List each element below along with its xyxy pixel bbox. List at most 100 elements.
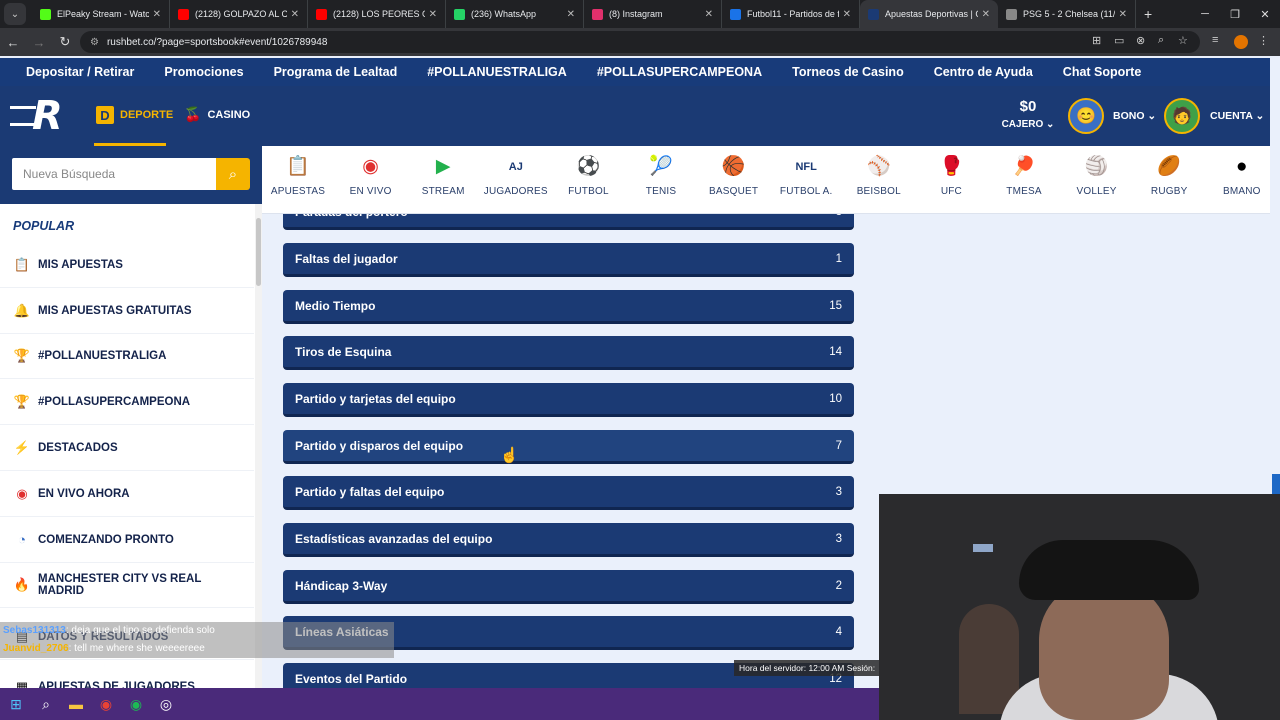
close-tab-icon[interactable]: ✕ <box>291 9 299 20</box>
market-row[interactable]: Estadísticas avanzadas del equipo 3 <box>283 523 854 557</box>
rushbet-logo[interactable]: R <box>10 96 80 136</box>
sport-nav-jugadores[interactable]: AJ JUGADORES <box>480 146 552 214</box>
cast-icon[interactable]: ▭ <box>1114 34 1124 47</box>
market-row[interactable]: Partido y disparos del equipo 7 <box>283 430 854 464</box>
nav-link-help-center[interactable]: Centro de Ayuda <box>934 65 1033 79</box>
market-row[interactable]: Tiros de Esquina 14 <box>283 336 854 370</box>
sport-nav-stream[interactable]: ▶ STREAM <box>407 146 479 214</box>
sidebar-item-apuestas-de-jugadores[interactable]: ▦ APUESTAS DE JUGADORES <box>0 664 254 689</box>
zoom-icon[interactable]: ⌕ <box>1158 34 1164 47</box>
market-row[interactable]: Partido y faltas del equipo 3 <box>283 476 854 510</box>
browser-tab[interactable]: PSG 5 - 2 Chelsea (11/3) ✕ <box>998 0 1136 28</box>
sidebar-item-pollanuestraliga[interactable]: 🏆 #POLLANUESTRALIGA <box>0 333 254 379</box>
nav-link-casino-tournaments[interactable]: Torneos de Casino <box>792 65 904 79</box>
sports-nav: 📋 APUESTAS ◉ EN VIVO ▶ STREAM AJ JUGADORES ⚽ FUTB… <box>262 146 1270 214</box>
tab-search-icon[interactable]: ⌄ <box>4 3 26 25</box>
close-tab-icon[interactable]: ✕ <box>429 9 437 20</box>
forward-icon[interactable]: → <box>26 35 52 50</box>
search-input[interactable]: Nueva Búsqueda <box>12 158 216 190</box>
browser-tab[interactable]: ElPeaky Stream - Watch L ✕ <box>32 0 170 28</box>
market-row[interactable]: Paradas del portero 3 <box>283 214 854 230</box>
back-icon[interactable]: ← <box>0 35 26 50</box>
reading-list-icon[interactable]: ≡ <box>1212 34 1218 46</box>
market-row[interactable]: Medio Tiempo 15 <box>283 290 854 324</box>
browser-tab[interactable]: (2128) LOS PEORES GOLE ✕ <box>308 0 446 28</box>
maximize-icon[interactable]: ❐ <box>1220 0 1250 28</box>
nav-link-polla-super[interactable]: #POLLASUPERCAMPEONA <box>597 65 762 79</box>
sport-nav-futbol[interactable]: ⚽ FUTBOL <box>552 146 624 214</box>
minimize-icon[interactable]: ─ <box>1190 0 1220 28</box>
market-row[interactable]: Faltas del jugador 1 <box>283 243 854 277</box>
sidebar-item-pollasupercampeona[interactable]: 🏆 #POLLASUPERCAMPEONA <box>0 379 254 425</box>
sport-nav-basquet[interactable]: 🏀 BASQUET <box>698 146 770 214</box>
sport-section-link[interactable]: D DEPORTE <box>96 106 173 124</box>
close-tab-icon[interactable]: ✕ <box>1119 9 1127 20</box>
sidebar-item-manchester-city-vs-real-madrid[interactable]: 🔥 MANCHESTER CITY VS REAL MADRID <box>0 562 254 608</box>
bonus-menu[interactable]: BONO ⌄ <box>1113 110 1156 122</box>
account-avatar[interactable]: 🧑 <box>1164 98 1200 134</box>
reload-icon[interactable]: ↻ <box>52 34 78 50</box>
nav-link-polla-liga[interactable]: #POLLANUESTRALIGA <box>427 65 567 79</box>
sport-nav-ufc[interactable]: 🥊 UFC <box>915 146 987 214</box>
sport-nav-apuestas[interactable]: 📋 APUESTAS <box>262 146 334 214</box>
extension-icon[interactable]: ⊗ <box>1136 34 1145 47</box>
tab-title: Futbol11 - Partidos de fú <box>747 9 839 19</box>
sidebar-scrollbar-thumb[interactable] <box>256 218 261 286</box>
nav-link-loyalty[interactable]: Programa de Lealtad <box>274 65 398 79</box>
sport-nav-volley[interactable]: 🏐 VOLLEY <box>1061 146 1133 214</box>
bonus-avatar[interactable]: 😊 <box>1068 98 1104 134</box>
sport-badge-icon: D <box>96 106 114 124</box>
nav-link-promotions[interactable]: Promociones <box>164 65 243 79</box>
site-info-icon[interactable]: ⚙ <box>90 37 99 48</box>
tab-title: (2128) LOS PEORES GOLE <box>333 9 425 19</box>
search-button[interactable]: ⌕ <box>216 158 250 190</box>
close-tab-icon[interactable]: ✕ <box>153 9 161 20</box>
sport-nav-beisbol[interactable]: ⚾ BEISBOL <box>843 146 915 214</box>
browser-tab[interactable]: (2128) GOLPAZO AL CICL ✕ <box>170 0 308 28</box>
browser-tab[interactable]: (8) Instagram ✕ <box>584 0 722 28</box>
sport-nav-futbol-a[interactable]: NFL FUTBOL A. <box>770 146 842 214</box>
sidebar-item-comenzando-pronto[interactable]: ◔ COMENZANDO PRONTO <box>0 517 254 563</box>
basketball-icon: 🏀 <box>721 156 746 177</box>
taskbar-search-icon[interactable]: ⌕ <box>32 690 60 718</box>
sidebar-item-mis-apuestas[interactable]: 📋 MIS APUESTAS <box>0 242 254 288</box>
file-explorer-icon[interactable]: ▬ <box>62 690 90 718</box>
account-menu[interactable]: CUENTA ⌄ <box>1210 110 1264 122</box>
bookmark-star-icon[interactable]: ☆ <box>1178 34 1188 47</box>
sport-nav-label: UFC <box>940 186 962 197</box>
browser-tab[interactable]: Futbol11 - Partidos de fú ✕ <box>722 0 860 28</box>
close-tab-icon[interactable]: ✕ <box>843 9 851 20</box>
browser-menu-icon[interactable]: ⋮ <box>1258 34 1269 47</box>
address-bar[interactable]: ⚙ rushbet.co/?page=sportsbook#event/1026… <box>80 31 1200 53</box>
close-tab-icon[interactable]: ✕ <box>982 9 990 20</box>
nav-link-support-chat[interactable]: Chat Soporte <box>1063 65 1141 79</box>
balance-cashier[interactable]: $0 CAJERO ⌄ <box>1000 98 1056 130</box>
market-row[interactable]: Partido y tarjetas del equipo 10 <box>283 383 854 417</box>
casino-section-link[interactable]: 🍒 CASINO <box>184 106 250 123</box>
windows-start-icon[interactable]: ⊞ <box>2 690 30 718</box>
sidebar-item-en-vivo-ahora[interactable]: ◉ EN VIVO AHORA <box>0 471 254 517</box>
browser-tab-active[interactable]: Apuestas Deportivas | Ca ✕ <box>860 0 998 28</box>
profile-avatar[interactable] <box>1234 35 1248 49</box>
translate-icon[interactable]: ⊞ <box>1092 34 1101 47</box>
spotify-icon[interactable]: ◉ <box>122 690 150 718</box>
new-tab-icon[interactable]: + <box>1144 6 1152 22</box>
sport-nav-bmano[interactable]: ● BMANO <box>1206 146 1278 214</box>
close-tab-icon[interactable]: ✕ <box>705 9 713 20</box>
window-close-icon[interactable]: ✕ <box>1250 0 1280 28</box>
sidebar-item-mis-apuestas-gratuitas[interactable]: 🔔 MIS APUESTAS GRATUITAS <box>0 288 254 334</box>
sport-nav-rugby[interactable]: 🏉 RUGBY <box>1133 146 1205 214</box>
sidebar-item-destacados[interactable]: ⚡ DESTACADOS <box>0 425 254 471</box>
close-tab-icon[interactable]: ✕ <box>567 9 575 20</box>
sport-nav-label: APUESTAS <box>270 186 326 197</box>
sport-nav-tenis[interactable]: 🎾 TENIS <box>625 146 697 214</box>
sport-nav-tmesa[interactable]: 🏓 TMESA <box>988 146 1060 214</box>
market-row[interactable]: Hándicap 3-Way 2 <box>283 570 854 604</box>
feedback-tab[interactable] <box>1272 474 1280 494</box>
sport-nav-en-vivo[interactable]: ◉ EN VIVO <box>335 146 407 214</box>
browser-tab[interactable]: (236) WhatsApp ✕ <box>446 0 584 28</box>
chrome-icon[interactable]: ◉ <box>92 690 120 718</box>
obs-icon[interactable]: ◎ <box>152 690 180 718</box>
sport-nav-label: STREAM <box>421 186 465 197</box>
nav-link-deposit[interactable]: Depositar / Retirar <box>26 65 134 79</box>
